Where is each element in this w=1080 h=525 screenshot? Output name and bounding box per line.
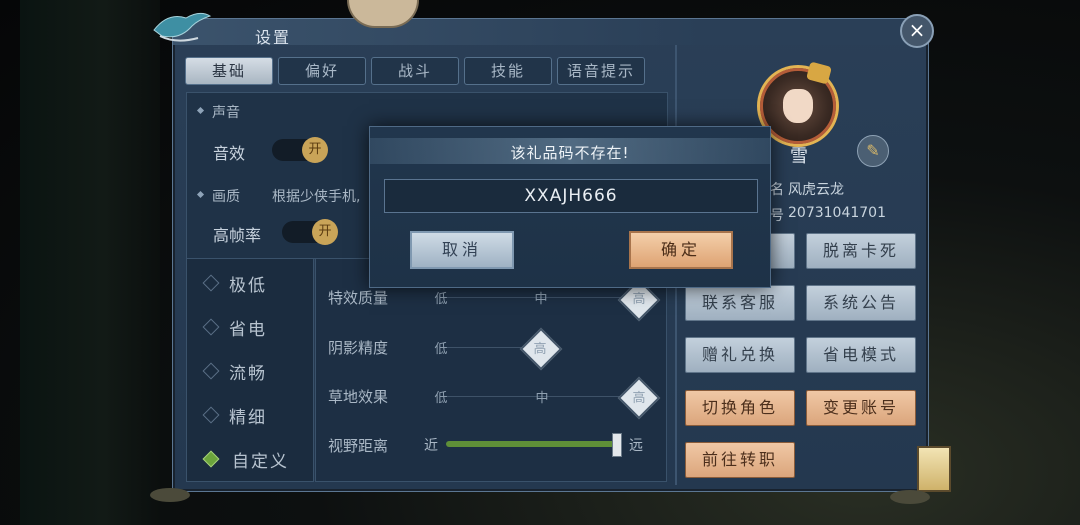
tab-preference[interactable]: 偏好	[278, 57, 366, 85]
lotus-icon	[890, 490, 930, 504]
sound-effect-toggle-knob: 开	[302, 137, 328, 163]
radio-diamond-icon	[202, 406, 220, 424]
effect-quality-low[interactable]: 低	[426, 288, 456, 307]
radio-diamond-icon	[202, 318, 220, 336]
radio-diamond-icon	[202, 362, 220, 380]
graphics-section-label: 画质	[212, 189, 240, 205]
graphics-hint: 根据少侠手机,	[272, 189, 361, 205]
change-account-button[interactable]: 变更账号	[806, 390, 916, 426]
high-fps-toggle-knob: 开	[312, 219, 338, 245]
sound-effect-label: 音效	[213, 144, 246, 163]
power-save-mode-button[interactable]: 省电模式	[806, 337, 916, 373]
dialog-message: 该礼品码不存在!	[510, 144, 630, 162]
shadow-precision-label: 阴影精度	[328, 339, 389, 357]
radio-diamond-icon	[202, 274, 220, 292]
id-label: 号	[770, 208, 784, 224]
character-id: 20731041701	[788, 205, 886, 221]
bird-ornament-icon	[153, 12, 212, 42]
tab-skill[interactable]: 技能	[464, 57, 552, 85]
title-label: 名	[770, 182, 784, 198]
gift-code-input[interactable]: XXAJH666	[384, 179, 758, 213]
lantern-icon	[917, 446, 951, 492]
system-notice-button[interactable]: 系统公告	[806, 285, 916, 321]
tab-voice-prompt[interactable]: 语音提示	[557, 57, 645, 85]
confirm-button[interactable]: 确定	[629, 231, 733, 269]
contact-support-button[interactable]: 联系客服	[685, 285, 795, 321]
sound-section-label: 声音	[212, 105, 240, 121]
close-button[interactable]: ×	[900, 14, 934, 48]
grass-effect-mid[interactable]: 中	[527, 387, 557, 406]
effect-quality-mid[interactable]: 中	[526, 288, 556, 307]
close-icon: ×	[908, 18, 926, 42]
gift-code-error-dialog: 该礼品码不存在! XXAJH666 取消 确定	[369, 126, 771, 288]
effect-quality-label: 特效质量	[328, 289, 389, 307]
scene-left	[20, 0, 160, 525]
view-distance-slider-track[interactable]	[446, 441, 618, 447]
unstuck-button[interactable]: 脱离卡死	[806, 233, 916, 269]
view-distance-far: 远	[629, 438, 643, 454]
gift-redeem-button[interactable]: 赠礼兑换	[685, 337, 795, 373]
panel-title: 设置	[255, 28, 292, 47]
switch-character-button[interactable]: 切换角色	[685, 390, 795, 426]
quality-preset-list: 极低 省电 流畅 精细 自定义	[186, 258, 314, 482]
view-distance-label: 视野距离	[328, 437, 389, 455]
effect-quality-high[interactable]: 高	[624, 288, 654, 307]
tab-basic[interactable]: 基础	[185, 57, 273, 85]
grass-effect-label: 草地效果	[328, 388, 389, 406]
grass-effect-high[interactable]: 高	[624, 387, 654, 406]
shadow-precision-high[interactable]: 高	[525, 338, 555, 357]
cancel-button[interactable]: 取消	[410, 231, 514, 269]
high-fps-label: 高帧率	[213, 226, 262, 245]
character-name: 雪	[790, 146, 808, 167]
view-distance-near: 近	[424, 438, 438, 454]
shadow-precision-low[interactable]: 低	[426, 338, 456, 357]
grass-effect-low[interactable]: 低	[426, 387, 456, 406]
class-change-button[interactable]: 前往转职	[685, 442, 795, 478]
tab-battle[interactable]: 战斗	[371, 57, 459, 85]
portrait-face	[783, 89, 813, 123]
character-title: 风虎云龙	[788, 182, 844, 198]
edit-brush-icon[interactable]: ✎	[857, 135, 889, 167]
custom-params-area: 特效质量 低 中 高 阴影精度 低 高 草地效果 低 中 高 视野距离 近 远	[315, 258, 667, 482]
lotus-icon	[150, 488, 190, 502]
sound-effect-toggle[interactable]: 开	[272, 137, 328, 163]
high-fps-toggle[interactable]: 开	[282, 219, 338, 245]
settings-tabs: 基础 偏好 战斗 技能 语音提示	[185, 57, 645, 85]
radio-diamond-selected-icon	[202, 450, 220, 468]
